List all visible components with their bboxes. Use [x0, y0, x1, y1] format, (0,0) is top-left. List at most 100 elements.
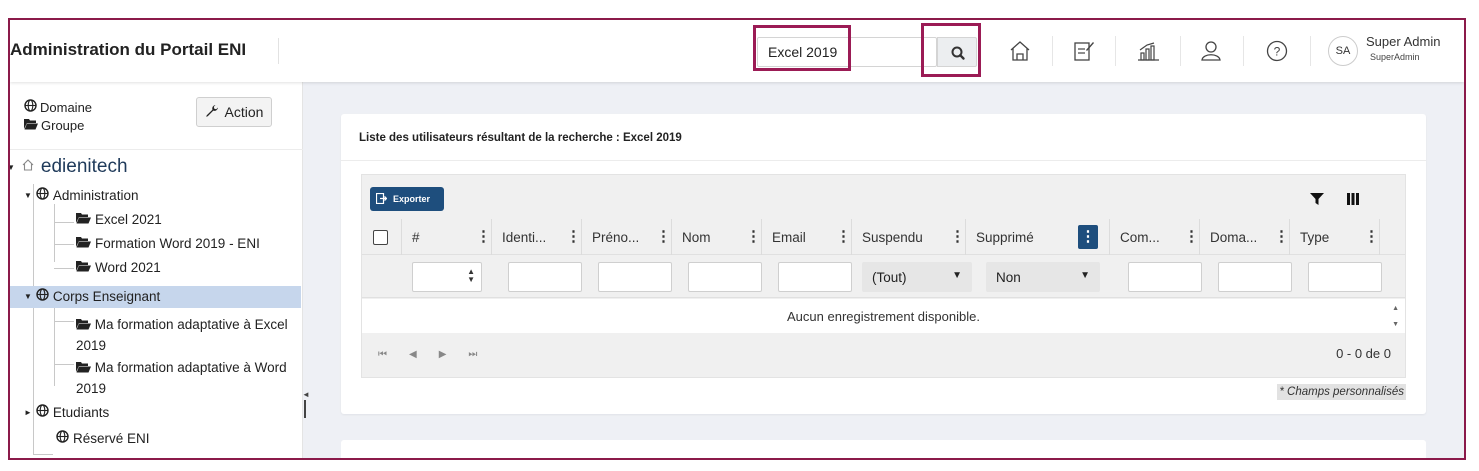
- column-header-domaine[interactable]: Doma... ⋮: [1200, 219, 1290, 255]
- grid-filter-row: ▲ ▼ (Tout) ▼ Non ▼: [362, 256, 1405, 298]
- divider: [1243, 36, 1244, 66]
- folder-open-icon: [76, 359, 91, 379]
- column-header-supprime[interactable]: Supprimé ⋮: [966, 219, 1110, 255]
- search-input[interactable]: [757, 37, 937, 67]
- filter-number-input[interactable]: ▲ ▼: [412, 262, 482, 292]
- tree-leaf-excel-2019[interactable]: Ma formation adaptative à Excel 2019: [76, 315, 298, 356]
- spinner-icon[interactable]: ▲ ▼: [467, 268, 475, 284]
- tree-leaf-excel-2021[interactable]: Excel 2021: [76, 212, 162, 227]
- column-title: Préno...: [592, 229, 640, 245]
- tree-leaf-label: Ma formation adaptative à Word 2019: [76, 360, 287, 396]
- last-page-icon[interactable]: ⏭: [468, 349, 477, 360]
- column-header-prenom[interactable]: Préno... ⋮: [582, 219, 672, 255]
- filter-type-input[interactable]: [1308, 262, 1382, 292]
- help-icon[interactable]: ?: [1263, 37, 1291, 65]
- column-header-commentaire[interactable]: Com... ⋮: [1110, 219, 1200, 255]
- action-button[interactable]: Action: [196, 97, 272, 127]
- caret-down-icon: ▼: [952, 270, 962, 281]
- tree-root-label: edienitech: [40, 156, 128, 177]
- filter-supprime-select[interactable]: Non ▼: [986, 262, 1100, 292]
- column-header-number[interactable]: # ⋮: [402, 219, 492, 255]
- tree-line: [54, 244, 74, 245]
- tree-leaf-formation-word[interactable]: Formation Word 2019 - ENI: [76, 236, 260, 251]
- filter-icon[interactable]: [1310, 192, 1324, 211]
- card-title: Liste des utilisateurs résultant de la r…: [359, 132, 682, 144]
- filter-suspendu-select[interactable]: (Tout) ▼: [862, 262, 972, 292]
- user-role: SuperAdmin: [1370, 52, 1420, 62]
- globe-icon: [36, 404, 49, 420]
- divider: [341, 160, 1426, 161]
- column-menu-icon[interactable]: ⋮: [1364, 229, 1379, 244]
- tree-node-label: Réservé ENI: [73, 430, 150, 446]
- group-label: Groupe: [41, 118, 85, 133]
- column-title: Suspendu: [862, 229, 923, 245]
- user-name[interactable]: Super Admin: [1366, 34, 1440, 49]
- filter-commentaire-input[interactable]: [1128, 262, 1202, 292]
- column-menu-icon[interactable]: ⋮: [746, 229, 761, 244]
- prev-page-icon[interactable]: ◀: [409, 349, 417, 360]
- svg-text:?: ?: [1274, 45, 1281, 59]
- caret-down-icon: ▼: [1080, 270, 1090, 281]
- select-all-checkbox[interactable]: [373, 230, 388, 245]
- column-header-suspendu[interactable]: Suspendu ⋮: [852, 219, 966, 255]
- column-menu-icon[interactable]: ⋮: [1184, 229, 1199, 244]
- column-menu-icon[interactable]: ⋮: [1078, 225, 1098, 249]
- column-menu-icon[interactable]: ⋮: [950, 229, 965, 244]
- columns-icon[interactable]: [1346, 192, 1360, 211]
- tree-node-etudiants[interactable]: ► Etudiants: [24, 404, 109, 420]
- export-label: Exporter: [393, 194, 431, 204]
- home-icon[interactable]: [1006, 37, 1034, 65]
- avatar[interactable]: SA: [1328, 36, 1358, 66]
- column-menu-icon[interactable]: ⋮: [1274, 229, 1289, 244]
- column-header-nom[interactable]: Nom ⋮: [672, 219, 762, 255]
- tree-leaf-word-2021[interactable]: Word 2021: [76, 260, 161, 275]
- tree-leaf-word-2019[interactable]: Ma formation adaptative à Word 2019: [76, 358, 298, 399]
- caret-left-icon[interactable]: ◄: [302, 390, 310, 399]
- column-header-email[interactable]: Email ⋮: [762, 219, 852, 255]
- caret-down-icon: ▼: [24, 190, 32, 200]
- column-header-type[interactable]: Type ⋮: [1290, 219, 1380, 255]
- tree-node-reserve-eni[interactable]: Réservé ENI: [56, 430, 150, 446]
- column-menu-icon[interactable]: ⋮: [836, 229, 851, 244]
- search-button[interactable]: [937, 37, 977, 67]
- filter-nom-input[interactable]: [688, 262, 762, 292]
- globe-icon: [36, 187, 49, 203]
- column-header-identifiant[interactable]: Identi... ⋮: [492, 219, 582, 255]
- wrench-icon: [205, 104, 219, 121]
- filter-domaine-input[interactable]: [1218, 262, 1292, 292]
- edit-icon[interactable]: [1069, 37, 1097, 65]
- action-label: Action: [224, 104, 264, 120]
- tree-node-corps-enseignant[interactable]: ▼ Corps Enseignant: [24, 288, 160, 304]
- column-menu-icon[interactable]: ⋮: [476, 229, 491, 244]
- sidebar-resize-handle[interactable]: [304, 400, 306, 418]
- user-icon[interactable]: [1197, 37, 1225, 65]
- folder-open-icon: [76, 316, 91, 336]
- domain-label: Domaine: [40, 99, 93, 115]
- scrollbar-arrows[interactable]: ▲ ▼: [1392, 301, 1399, 333]
- tree-root[interactable]: ▼ edienitech: [10, 156, 128, 178]
- column-title: Supprimé: [976, 229, 1034, 245]
- first-page-icon[interactable]: ⏮: [378, 349, 387, 360]
- column-menu-icon[interactable]: ⋮: [656, 229, 671, 244]
- export-button[interactable]: Exporter: [370, 187, 444, 211]
- next-page-icon[interactable]: ▶: [439, 349, 447, 360]
- caret-right-icon: ►: [24, 407, 32, 417]
- chart-icon[interactable]: [1134, 37, 1162, 65]
- grid-header-row: # ⋮ Identi... ⋮ Préno... ⋮ Nom ⋮ Email ⋮…: [362, 219, 1405, 255]
- divider: [1310, 36, 1311, 66]
- filter-email-input[interactable]: [778, 262, 852, 292]
- filter-identifiant-input[interactable]: [508, 262, 582, 292]
- select-value: (Tout): [872, 269, 907, 285]
- group-link[interactable]: Groupe: [24, 118, 84, 133]
- pager-info: 0 - 0 de 0: [1336, 346, 1391, 361]
- folder-open-icon: [76, 236, 91, 251]
- column-menu-icon[interactable]: ⋮: [566, 229, 581, 244]
- select-all-cell: [362, 219, 402, 255]
- globe-icon: [56, 430, 69, 446]
- tree-leaf-label: Excel 2021: [95, 212, 162, 227]
- tree-node-administration[interactable]: ▼ Administration: [24, 187, 138, 203]
- tree-leaf-label: Word 2021: [95, 260, 161, 275]
- domain-link[interactable]: Domaine: [24, 99, 92, 115]
- filter-prenom-input[interactable]: [598, 262, 672, 292]
- column-title: Com...: [1120, 229, 1160, 245]
